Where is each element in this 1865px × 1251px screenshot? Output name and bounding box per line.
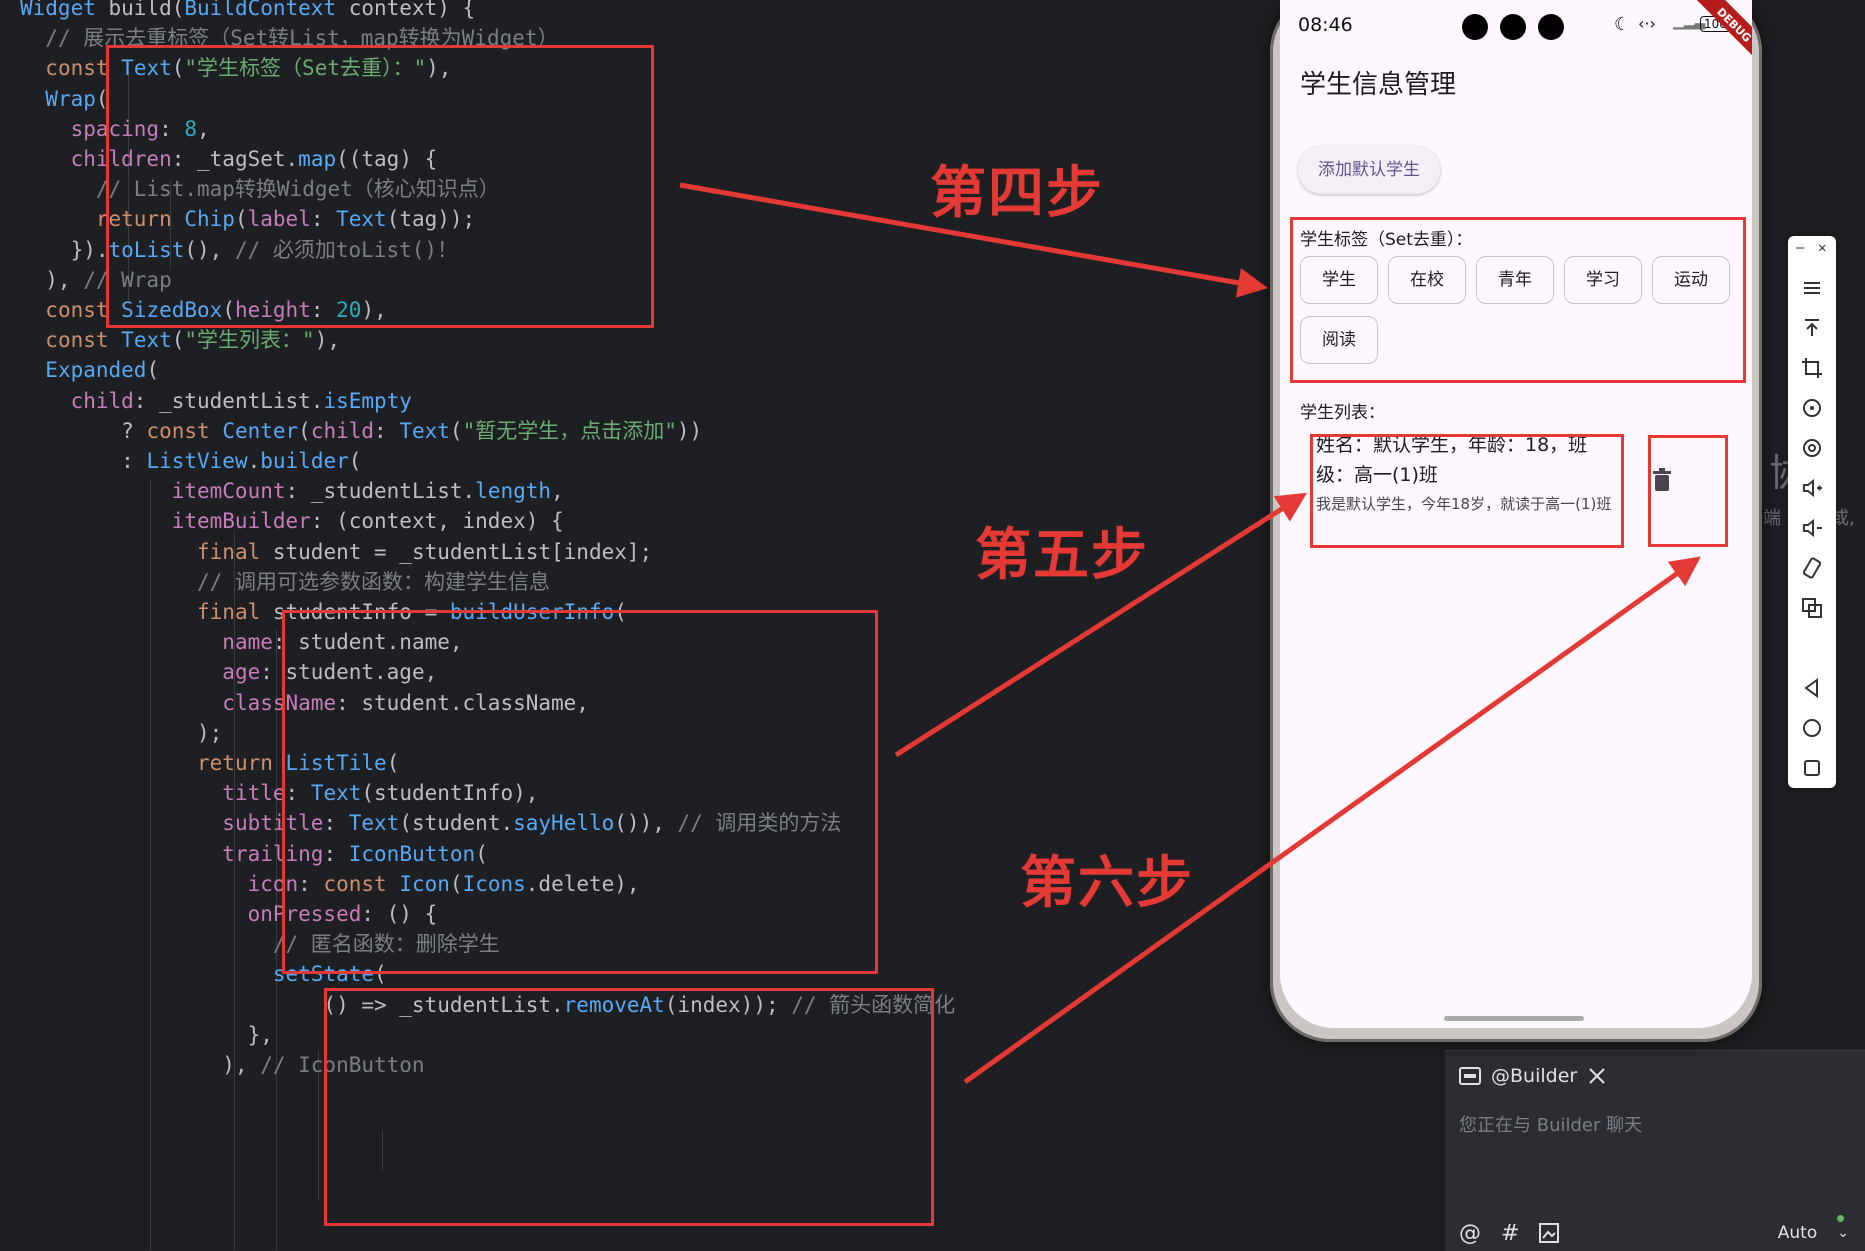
app-title: 学生信息管理 [1300,70,1457,100]
screenshot-icon[interactable] [1800,596,1824,620]
chevron-down-icon[interactable]: ⌄ [1837,1225,1849,1241]
emulator-toolbar[interactable]: – ✕ [1788,236,1836,788]
step-four-label: 第四步 [930,160,1104,226]
location-icon[interactable] [1800,436,1824,460]
chat-placeholder: 您正在与 Builder 聊天 [1459,1115,1643,1136]
list-label: 学生列表： [1300,403,1385,423]
at-icon[interactable]: @ [1459,1221,1481,1246]
volume-up-icon[interactable] [1800,476,1824,500]
camera-dot [1462,14,1488,40]
rotate-icon[interactable] [1800,396,1824,420]
tools-icon[interactable] [1587,1066,1607,1086]
rotate-device-icon[interactable] [1800,556,1824,580]
annotation-box-listview [282,610,878,974]
chat-title: @Builder [1491,1065,1578,1087]
crop-icon[interactable] [1800,356,1824,380]
menu-icon[interactable] [1800,276,1824,300]
home-indicator [1444,1016,1584,1021]
add-button-label: 添加默认学生 [1318,160,1420,180]
image-icon[interactable] [1539,1223,1560,1243]
partial-sidebar-text: 端 [1763,508,1781,529]
mode-select[interactable]: Auto [1778,1223,1817,1243]
annotation-box-tags [1290,217,1746,383]
chat-header: @Builder [1459,1061,1607,1091]
step-six-label: 第六步 [1020,850,1194,916]
status-time: 08:46 [1298,14,1353,36]
volume-down-icon[interactable] [1800,516,1824,540]
annotation-box-delete [1648,435,1728,547]
chat-toolbar: @ # Auto ⌄ [1459,1219,1849,1247]
pin-top-icon[interactable] [1800,316,1824,340]
back-icon[interactable] [1800,676,1824,700]
camera-dot [1538,14,1564,40]
add-default-student-button[interactable]: 添加默认学生 [1298,146,1440,194]
debug-banner: DEBUG [1689,0,1752,70]
annotation-box-iconbutton [324,988,934,1226]
annotation-box-student-info [1310,434,1624,548]
hash-icon[interactable]: # [1501,1221,1519,1246]
chat-panel[interactable]: @Builder 您正在与 Builder 聊天 @ # Auto ⌄ [1445,1050,1865,1251]
moon-icon: ☾ [1614,14,1631,35]
terminal-icon [1459,1067,1481,1085]
data-icon: ‹·› [1638,14,1656,33]
camera-dot [1500,14,1526,40]
minimize-icon[interactable]: – [1796,240,1804,256]
annotation-box-wrap [106,45,654,328]
home-icon[interactable] [1800,716,1824,740]
status-dot [1837,1215,1844,1222]
step-five-label: 第五步 [975,522,1149,588]
recents-icon[interactable] [1800,756,1824,780]
close-icon[interactable]: ✕ [1818,240,1826,256]
chat-input[interactable]: 您正在与 Builder 聊天 [1459,1111,1849,1211]
